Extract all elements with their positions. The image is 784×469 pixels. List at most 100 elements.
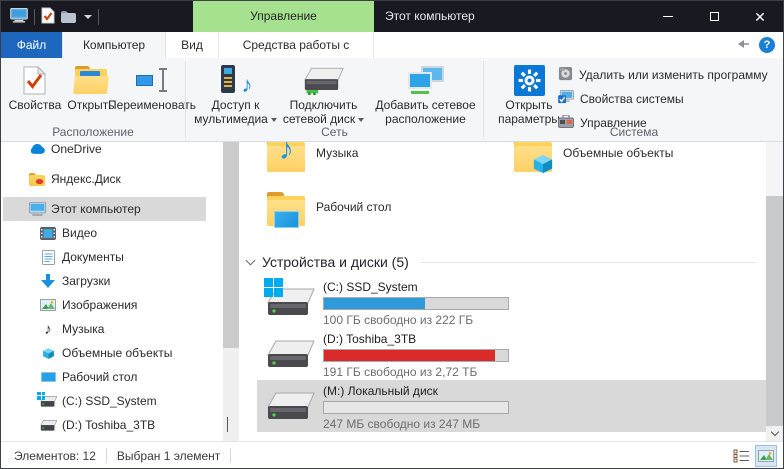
ribbon-tab-row: Файл Компьютер Вид Средства работы с дис… — [1, 32, 783, 58]
sidebar-scrollbar-thumb[interactable] — [223, 142, 239, 348]
details-view-button[interactable] — [730, 445, 752, 467]
help-button[interactable]: ? — [759, 37, 775, 53]
sidebar-item-drive-c[interactable]: (C:) SSD_System — [3, 389, 206, 413]
folder-tile-music[interactable]: ♪ Музыка — [267, 142, 514, 190]
drive-name: (C:) SSD_System — [323, 281, 513, 294]
sidebar-item-label: Рабочий стол — [62, 370, 137, 384]
ribbon-corner-buttons: ? — [736, 32, 775, 58]
network-location-icon — [407, 62, 445, 98]
tab-disk-tools[interactable]: Средства работы с дисками — [218, 32, 374, 58]
drive-tile-c[interactable]: (C:) SSD_System 100 ГБ свободно из 222 Г… — [257, 276, 766, 328]
media-access-label: Доступ к мультимедиа — [194, 98, 268, 126]
media-access-button[interactable]: ♪ Доступ к мультимедиа — [194, 62, 278, 126]
quick-access-toolbar — [1, 7, 99, 27]
devices-and-drives-group-header[interactable]: Устройства и диски (5) — [247, 254, 766, 270]
free-space-text: 191 ГБ свободно из 2,72 ТБ — [323, 365, 513, 379]
new-folder-quick-icon[interactable] — [61, 11, 76, 23]
uninstall-program-button[interactable]: Удалить или изменить программу — [558, 64, 768, 85]
drive-tile-d[interactable]: (D:) Toshiba_3TB 191 ГБ свободно из 2,72… — [257, 328, 766, 380]
group-label-system: Система — [484, 125, 784, 139]
open-settings-button[interactable]: Открыть параметры — [494, 62, 564, 126]
files-scroll-down-icon[interactable] — [766, 426, 783, 441]
maximize-button[interactable] — [691, 1, 737, 32]
sidebar-scrollbar[interactable] — [223, 142, 239, 441]
minimize-button[interactable] — [645, 1, 691, 32]
rename-button[interactable]: Переименовать — [119, 62, 185, 112]
explorer-window: Управление Этот компьютер ✕ Файл Компьют… — [0, 0, 784, 469]
large-icons-view-button[interactable] — [755, 445, 777, 467]
maximize-icon — [710, 12, 719, 21]
sidebar-item-label: Документы — [62, 250, 124, 264]
network-drive-icon — [304, 62, 344, 98]
window-controls: ✕ — [645, 1, 783, 32]
properties-icon — [23, 62, 46, 98]
this-pc-icon[interactable] — [10, 8, 28, 26]
sidebar-item-label: Яндекс.Диск — [51, 172, 121, 186]
tab-computer[interactable]: Компьютер — [62, 32, 166, 58]
titlebar: Управление Этот компьютер ✕ — [1, 1, 783, 32]
drive-tile-m-selected[interactable]: (M:) Локальный диск 247 МБ свободно из 2… — [257, 380, 766, 432]
separator — [230, 448, 231, 463]
sidebar-scroll-down-icon[interactable] — [227, 417, 228, 431]
sidebar-item-yandex-disk[interactable]: Яндекс.Диск — [3, 167, 206, 191]
system-properties-icon — [558, 90, 574, 107]
group-label-network: Сеть — [186, 125, 483, 139]
properties-button[interactable]: Свойства — [7, 62, 63, 112]
3d-objects-folder-icon — [514, 142, 552, 172]
sidebar-item-desktop[interactable]: Рабочий стол — [3, 365, 206, 389]
selection-count: Выбран 1 элемент — [117, 449, 220, 463]
sidebar-item-documents[interactable]: Документы — [3, 245, 206, 269]
sidebar-item-label: Объемные объекты — [62, 346, 172, 360]
properties-label: Свойства — [9, 98, 62, 112]
manage-contextual-tab[interactable]: Управление — [193, 1, 374, 32]
sidebar-item-3d-objects[interactable]: Объемные объекты — [3, 341, 206, 365]
view-toggle-buttons — [730, 445, 777, 467]
system-properties-label: Свойства системы — [580, 92, 684, 106]
dropdown-arrow-icon — [358, 118, 364, 122]
minimize-icon — [663, 16, 673, 17]
folder-tile-desktop[interactable]: Рабочий стол — [267, 190, 514, 244]
sidebar-item-label: Видео — [62, 226, 97, 240]
folder-label: Рабочий стол — [316, 200, 391, 244]
sidebar-item-label: (C:) SSD_System — [62, 394, 157, 408]
pin-ribbon-icon[interactable] — [736, 38, 750, 52]
desktop-icon — [38, 372, 58, 382]
sidebar-item-onedrive[interactable]: OneDrive — [3, 142, 206, 161]
collapse-chevron-icon[interactable] — [246, 256, 256, 266]
free-space-text: 100 ГБ свободно из 222 ГБ — [323, 313, 513, 327]
tab-view[interactable]: Вид — [166, 32, 218, 58]
customize-toolbar-chevron-icon[interactable] — [84, 15, 92, 19]
sidebar-item-videos[interactable]: Видео — [3, 221, 206, 245]
sidebar-item-label: Загрузки — [62, 274, 110, 288]
desktop-folder-icon — [267, 192, 305, 226]
sidebar-item-label: Музыка — [62, 322, 104, 336]
sidebar-item-downloads[interactable]: Загрузки — [3, 269, 206, 293]
files-pane: ♪ Музыка Объемные объекты Рабочий стол У… — [239, 142, 766, 441]
map-network-drive-button[interactable]: Подключить сетевой диск — [280, 62, 368, 126]
this-pc-icon — [27, 202, 47, 217]
close-button[interactable]: ✕ — [737, 1, 783, 32]
free-space-text: 247 МБ свободно из 247 МБ — [323, 417, 513, 431]
system-properties-button[interactable]: Свойства системы — [558, 88, 768, 109]
drive-icon — [38, 419, 58, 432]
sidebar-item-label: OneDrive — [51, 142, 102, 156]
music-note-icon: ♪ — [38, 322, 58, 337]
videos-icon — [38, 227, 58, 240]
drive-name: (M:) Локальный диск — [323, 385, 513, 398]
add-network-location-button[interactable]: Добавить сетевое расположение — [370, 62, 482, 126]
map-network-drive-label: Подключить сетевой диск — [283, 98, 358, 126]
tab-file[interactable]: Файл — [1, 32, 62, 58]
sidebar-item-pictures[interactable]: Изображения — [3, 293, 206, 317]
sidebar-item-drive-d[interactable]: (D:) Toshiba_3TB — [3, 413, 206, 437]
files-scrollbar-thumb[interactable] — [766, 196, 783, 429]
separator — [106, 448, 107, 463]
capacity-bar-fill — [324, 298, 425, 309]
sidebar-item-this-pc[interactable]: Этот компьютер — [3, 197, 206, 221]
sidebar-item-music[interactable]: ♪ Музыка — [3, 317, 206, 341]
folder-tile-3d-objects[interactable]: Объемные объекты — [514, 142, 761, 190]
folders-grid: ♪ Музыка Объемные объекты Рабочий стол — [267, 142, 766, 244]
ribbon: Свойства Открыть — [1, 58, 783, 142]
files-scrollbar[interactable] — [766, 142, 783, 441]
windows-logo-icon — [264, 278, 283, 297]
properties-quick-icon[interactable] — [41, 7, 55, 27]
